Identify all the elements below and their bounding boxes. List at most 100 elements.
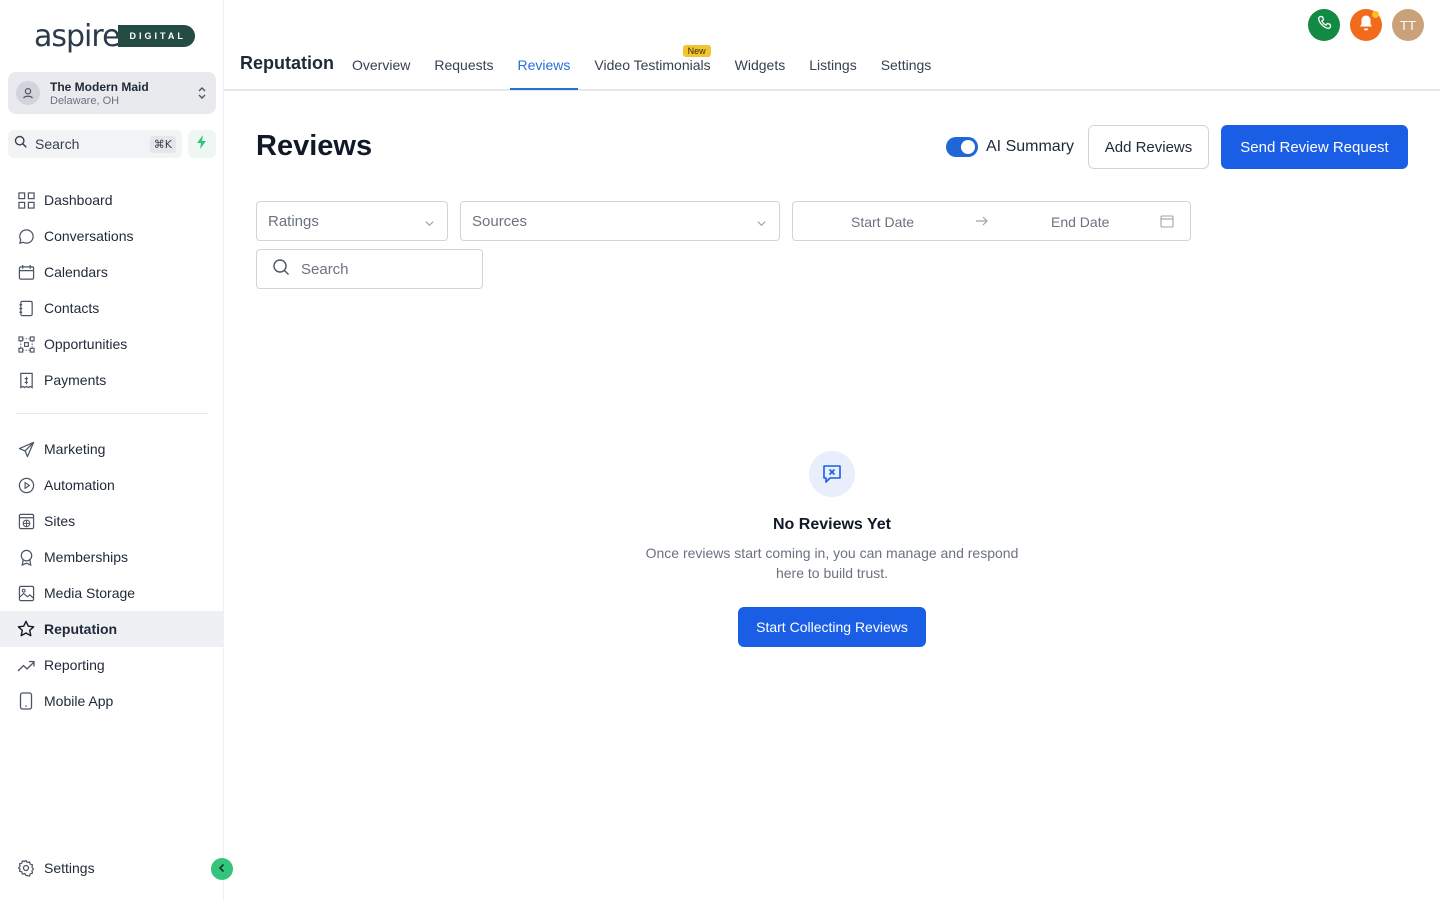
end-date-input[interactable]: End Date bbox=[1051, 214, 1109, 230]
logo-word: aspire bbox=[34, 18, 121, 54]
aspire-logo[interactable]: aspire DIGITAL bbox=[34, 18, 195, 54]
sidebar-item-settings[interactable]: Settings bbox=[0, 850, 224, 886]
sources-select[interactable]: Sources bbox=[460, 201, 780, 241]
search-icon bbox=[14, 135, 28, 154]
sidebar-item-label: Reputation bbox=[44, 621, 118, 637]
sidebar-search[interactable]: Search ⌘K bbox=[8, 130, 182, 158]
receipt-icon bbox=[16, 370, 36, 390]
calendar-icon bbox=[16, 262, 36, 282]
sidebar-item-label: Conversations bbox=[44, 228, 134, 244]
sidebar-item-contacts[interactable]: Contacts bbox=[0, 290, 224, 326]
sidebar-search-label: Search bbox=[35, 136, 80, 152]
award-icon bbox=[16, 547, 36, 567]
reviews-search-input[interactable]: Search bbox=[256, 249, 483, 289]
tab-widgets[interactable]: Widgets bbox=[727, 40, 794, 90]
ratings-select[interactable]: Ratings bbox=[256, 201, 448, 241]
sidebar-item-label: Marketing bbox=[44, 441, 106, 457]
sidebar-divider bbox=[16, 413, 208, 414]
search-icon bbox=[272, 258, 290, 280]
sidebar-item-label: Sites bbox=[44, 513, 76, 529]
sidebar-item-conversations[interactable]: Conversations bbox=[0, 218, 224, 254]
reputation-tabs: Overview Requests Reviews Video Testimon… bbox=[344, 40, 947, 90]
sidebar-item-mobile-app[interactable]: Mobile App bbox=[0, 683, 224, 719]
sidebar-item-label: Calendars bbox=[44, 264, 108, 280]
sidebar-item-media-storage[interactable]: Media Storage bbox=[0, 575, 224, 611]
sidebar-item-calendars[interactable]: Calendars bbox=[0, 254, 224, 290]
no-reviews-icon bbox=[809, 451, 855, 497]
top-bar: Reputation Overview Requests Reviews Vid… bbox=[224, 0, 1440, 91]
notification-dot bbox=[1372, 11, 1379, 18]
trend-icon bbox=[16, 655, 36, 675]
date-range-picker[interactable]: Start Date End Date bbox=[792, 201, 1191, 241]
sidebar-nav-secondary: Marketing Automation Sites Memberships M… bbox=[0, 431, 224, 719]
sidebar-item-automation[interactable]: Automation bbox=[0, 467, 224, 503]
sidebar-item-reporting[interactable]: Reporting bbox=[0, 647, 224, 683]
bell-icon bbox=[1358, 14, 1374, 36]
empty-state-title: No Reviews Yet bbox=[773, 516, 891, 533]
page-title: Reviews bbox=[256, 130, 373, 162]
location-icon bbox=[16, 81, 40, 105]
add-reviews-button[interactable]: Add Reviews bbox=[1088, 125, 1209, 169]
notifications-button[interactable] bbox=[1350, 9, 1382, 41]
ai-summary-toggle-group: AI Summary bbox=[946, 137, 1074, 157]
sidebar-item-memberships[interactable]: Memberships bbox=[0, 539, 224, 575]
grid-icon bbox=[16, 190, 36, 210]
account-switcher[interactable]: The Modern Maid Delaware, OH bbox=[8, 72, 216, 114]
chevron-left-icon bbox=[217, 860, 227, 878]
collapse-sidebar-button[interactable] bbox=[211, 858, 233, 880]
start-collecting-reviews-button[interactable]: Start Collecting Reviews bbox=[738, 607, 926, 647]
sidebar: aspire DIGITAL The Modern Maid Delaware,… bbox=[0, 0, 233, 900]
chevron-down-icon bbox=[756, 216, 767, 233]
header-actions: TT bbox=[1298, 9, 1424, 41]
sidebar-item-marketing[interactable]: Marketing bbox=[0, 431, 224, 467]
contacts-icon bbox=[16, 298, 36, 318]
search-shortcut: ⌘K bbox=[149, 135, 176, 153]
tab-requests[interactable]: Requests bbox=[426, 40, 501, 90]
sidebar-item-label: Settings bbox=[44, 860, 95, 876]
tab-reviews[interactable]: Reviews bbox=[509, 40, 579, 90]
sources-placeholder: Sources bbox=[472, 212, 528, 230]
sidebar-item-label: Memberships bbox=[44, 549, 129, 565]
start-date-input[interactable]: Start Date bbox=[851, 214, 914, 230]
sidebar-item-dashboard[interactable]: Dashboard bbox=[0, 182, 224, 218]
sidebar-item-label: Opportunities bbox=[44, 336, 128, 352]
arrow-right-icon bbox=[975, 214, 989, 231]
sidebar-item-label: Mobile App bbox=[44, 693, 114, 709]
logo-tag: DIGITAL bbox=[117, 25, 195, 47]
phone-call-button[interactable] bbox=[1308, 9, 1340, 41]
sidebar-item-label: Payments bbox=[44, 372, 107, 388]
globe-icon bbox=[16, 511, 36, 531]
chevron-down-icon bbox=[424, 216, 435, 233]
lightning-icon bbox=[196, 134, 208, 154]
automation-icon bbox=[16, 475, 36, 495]
phone-icon bbox=[16, 691, 36, 711]
ai-summary-label: AI Summary bbox=[986, 138, 1075, 155]
ratings-placeholder: Ratings bbox=[268, 212, 319, 230]
sidebar-nav-primary: Dashboard Conversations Calendars Contac… bbox=[0, 182, 224, 398]
sidebar-item-reputation[interactable]: Reputation bbox=[0, 611, 224, 647]
tab-overview[interactable]: Overview bbox=[344, 40, 418, 90]
quick-actions-button[interactable] bbox=[188, 130, 216, 158]
image-icon bbox=[16, 583, 36, 603]
send-icon bbox=[16, 439, 36, 459]
sidebar-item-label: Media Storage bbox=[44, 585, 136, 601]
chevron-updown-icon bbox=[196, 83, 208, 103]
empty-state-description: Once reviews start coming in, you can ma… bbox=[645, 545, 1019, 581]
sidebar-item-sites[interactable]: Sites bbox=[0, 503, 224, 539]
tab-listings[interactable]: Listings bbox=[801, 40, 864, 90]
send-review-request-button[interactable]: Send Review Request bbox=[1221, 125, 1408, 169]
ai-summary-toggle[interactable] bbox=[946, 137, 978, 157]
gear-icon bbox=[16, 858, 36, 878]
tab-video-testimonials[interactable]: Video Testimonials New bbox=[586, 40, 718, 90]
sidebar-item-label: Reporting bbox=[44, 657, 105, 673]
account-name: The Modern Maid bbox=[50, 79, 149, 94]
sidebar-item-opportunities[interactable]: Opportunities bbox=[0, 326, 224, 362]
tab-settings[interactable]: Settings bbox=[873, 40, 940, 90]
sidebar-item-label: Dashboard bbox=[44, 192, 113, 208]
section-title: Reputation bbox=[240, 53, 334, 73]
calendar-icon bbox=[1160, 214, 1174, 231]
sidebar-item-payments[interactable]: Payments bbox=[0, 362, 224, 398]
star-icon bbox=[16, 619, 36, 639]
user-avatar[interactable]: TT bbox=[1392, 9, 1424, 41]
sidebar-item-label: Automation bbox=[44, 477, 115, 493]
